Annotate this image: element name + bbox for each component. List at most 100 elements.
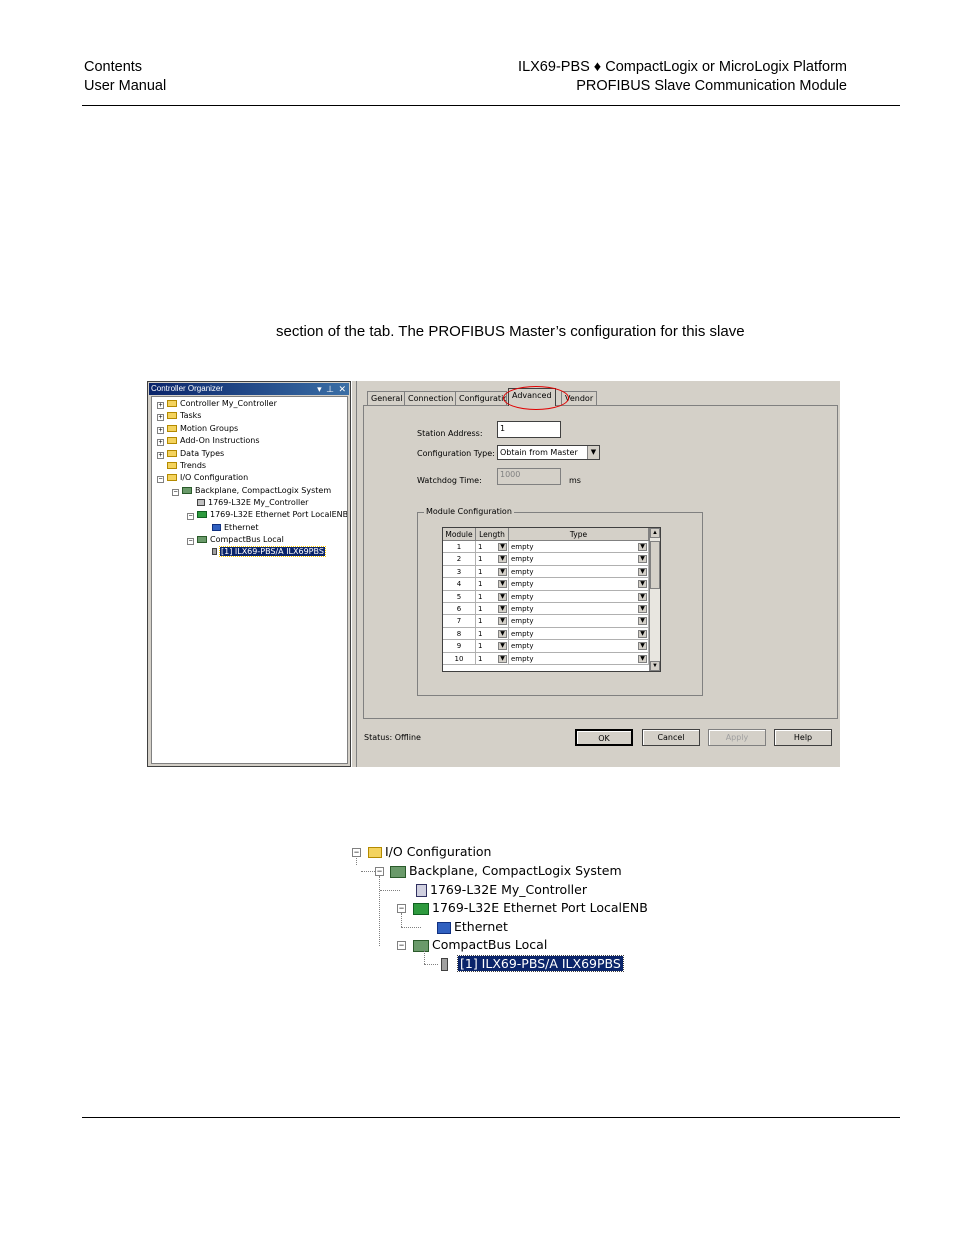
grid-cell-module[interactable]: 8 [443, 627, 476, 641]
collapse-icon[interactable]: − [375, 867, 384, 876]
dropdown-arrow-icon[interactable]: ▼ [638, 543, 647, 551]
dropdown-arrow-icon[interactable]: ▼ [638, 555, 647, 564]
grid-cell-type[interactable]: empty ▼ [509, 565, 649, 579]
tree2-item-backplane[interactable]: Backplane, CompactLogix System [390, 863, 622, 879]
tree2-item-ilx69-module[interactable]: [1] ILX69-PBS/A ILX69PBS [441, 955, 624, 972]
grid-cell-length[interactable]: 1 ▼ [476, 640, 509, 653]
grid-cell-length[interactable]: 1 ▼ [476, 603, 509, 616]
grid-cell-module[interactable]: 4 [443, 578, 476, 591]
tree-item-ethernet-port[interactable]: 1769-L32E Ethernet Port LocalENB [197, 510, 347, 520]
tree-item-controller[interactable]: Controller My_Controller [167, 399, 277, 409]
grid-header-type[interactable]: Type [509, 528, 649, 541]
tree-item-trends[interactable]: Trends [167, 461, 206, 471]
grid-cell-length[interactable]: 1 ▼ [476, 553, 509, 566]
dropdown-arrow-icon[interactable]: ▼ [638, 592, 647, 601]
config-type-select[interactable]: Obtain from Master ▼ [497, 445, 600, 460]
collapse-icon[interactable]: − [397, 941, 406, 950]
expand-icon[interactable]: + [157, 414, 164, 421]
dropdown-arrow-icon[interactable]: ▼ [638, 654, 647, 663]
apply-button[interactable]: Apply [708, 729, 766, 746]
grid-cell-module[interactable]: 3 [443, 565, 476, 579]
tree-item-ethernet[interactable]: Ethernet [212, 523, 258, 533]
scroll-thumb[interactable] [650, 541, 660, 589]
grid-header-module[interactable]: Module [443, 528, 476, 541]
grid-cell-type[interactable]: empty ▼ [509, 640, 649, 653]
grid-cell-module[interactable]: 9 [443, 640, 476, 653]
grid-cell-length[interactable]: 1 ▼ [476, 578, 509, 591]
dropdown-arrow-icon[interactable]: ▼ [638, 617, 647, 626]
grid-cell-module[interactable]: 7 [443, 615, 476, 628]
tree-item-backplane[interactable]: Backplane, CompactLogix System [182, 486, 331, 496]
dropdown-arrow-icon[interactable]: ▼ [638, 629, 647, 638]
dropdown-arrow-icon[interactable]: ▼ [498, 555, 507, 564]
tree2-item-compactbus[interactable]: CompactBus Local [413, 937, 547, 953]
cancel-button[interactable]: Cancel [642, 729, 700, 746]
tree-item-data-types[interactable]: Data Types [167, 449, 224, 459]
tab-connection[interactable]: Connection [404, 391, 458, 405]
grid-cell-module[interactable]: 10 [443, 652, 476, 665]
collapse-icon[interactable]: − [187, 513, 194, 520]
collapse-icon[interactable]: − [172, 489, 179, 496]
collapse-icon[interactable]: − [157, 476, 164, 483]
tree-item-motion-groups[interactable]: Motion Groups [167, 424, 238, 434]
scroll-down-icon[interactable]: ▼ [650, 661, 660, 671]
help-button[interactable]: Help [774, 729, 832, 746]
grid-cell-length[interactable]: 1 ▼ [476, 627, 509, 641]
dropdown-arrow-icon[interactable]: ▼ [498, 592, 507, 601]
tree-item-add-on-instructions[interactable]: Add-On Instructions [167, 436, 260, 446]
grid-cell-module[interactable]: 2 [443, 553, 476, 566]
grid-cell-length[interactable]: 1 ▼ [476, 565, 509, 579]
tab-configuration[interactable]: Configuration [455, 391, 507, 405]
grid-scrollbar[interactable]: ▲ ▼ [649, 528, 660, 671]
tree2-item-ethernet-port[interactable]: 1769-L32E Ethernet Port LocalENB [413, 900, 648, 916]
organizer-window-buttons[interactable]: ▾ ⊥ ✕ [317, 383, 347, 395]
grid-cell-type[interactable]: empty ▼ [509, 553, 649, 566]
expand-icon[interactable]: + [157, 439, 164, 446]
grid-cell-type[interactable]: empty ▼ [509, 652, 649, 665]
dropdown-arrow-icon[interactable]: ▼ [498, 617, 507, 626]
collapse-icon[interactable]: − [397, 904, 406, 913]
grid-cell-length[interactable]: 1 ▼ [476, 652, 509, 665]
dropdown-arrow-icon[interactable]: ▼ [498, 567, 507, 576]
dropdown-arrow-icon[interactable]: ▼ [498, 654, 507, 663]
dropdown-arrow-icon[interactable]: ▼ [498, 543, 507, 551]
grid-cell-length[interactable]: 1 ▼ [476, 541, 509, 554]
grid-cell-type[interactable]: empty ▼ [509, 578, 649, 591]
collapse-icon[interactable]: − [352, 848, 361, 857]
grid-cell-module[interactable]: 6 [443, 603, 476, 616]
dropdown-arrow-icon[interactable]: ▼ [498, 642, 507, 651]
expand-icon[interactable]: + [157, 452, 164, 459]
grid-cell-length[interactable]: 1 ▼ [476, 615, 509, 628]
grid-cell-type[interactable]: empty ▼ [509, 541, 649, 554]
grid-cell-type[interactable]: empty ▼ [509, 615, 649, 628]
dropdown-arrow-icon[interactable]: ▼ [638, 642, 647, 651]
dropdown-arrow-icon[interactable]: ▼ [498, 580, 507, 589]
dropdown-arrow-icon[interactable]: ▼ [638, 605, 647, 613]
expand-icon[interactable]: + [157, 427, 164, 434]
station-address-input[interactable]: 1 [497, 421, 561, 438]
grid-cell-type[interactable]: empty ▼ [509, 590, 649, 603]
dropdown-arrow-icon[interactable]: ▼ [638, 567, 647, 576]
grid-cell-module[interactable]: 5 [443, 590, 476, 603]
grid-cell-type[interactable]: empty ▼ [509, 603, 649, 616]
ok-button[interactable]: OK [575, 729, 633, 746]
tree-item-tasks[interactable]: Tasks [167, 411, 201, 421]
tab-general[interactable]: General [367, 391, 407, 405]
tree2-item-io-configuration[interactable]: I/O Configuration [368, 844, 491, 860]
tree-item-compactbus[interactable]: CompactBus Local [197, 535, 284, 545]
grid-header-length[interactable]: Length [476, 528, 509, 541]
grid-cell-length[interactable]: 1 ▼ [476, 590, 509, 603]
grid-cell-module[interactable]: 1 [443, 541, 476, 554]
grid-cell-type[interactable]: empty ▼ [509, 627, 649, 641]
tree-item-io-configuration[interactable]: I/O Configuration [167, 473, 248, 483]
scroll-up-icon[interactable]: ▲ [650, 528, 660, 538]
collapse-icon[interactable]: − [187, 538, 194, 545]
dropdown-arrow-icon[interactable]: ▼ [587, 446, 599, 459]
tree-item-controller-module[interactable]: 1769-L32E My_Controller [197, 498, 308, 508]
dropdown-arrow-icon[interactable]: ▼ [498, 605, 507, 613]
dropdown-arrow-icon[interactable]: ▼ [638, 580, 647, 589]
expand-icon[interactable]: + [157, 402, 164, 409]
tree2-item-ethernet[interactable]: Ethernet [437, 919, 508, 935]
dropdown-arrow-icon[interactable]: ▼ [498, 629, 507, 638]
tree2-item-controller[interactable]: 1769-L32E My_Controller [416, 882, 587, 898]
